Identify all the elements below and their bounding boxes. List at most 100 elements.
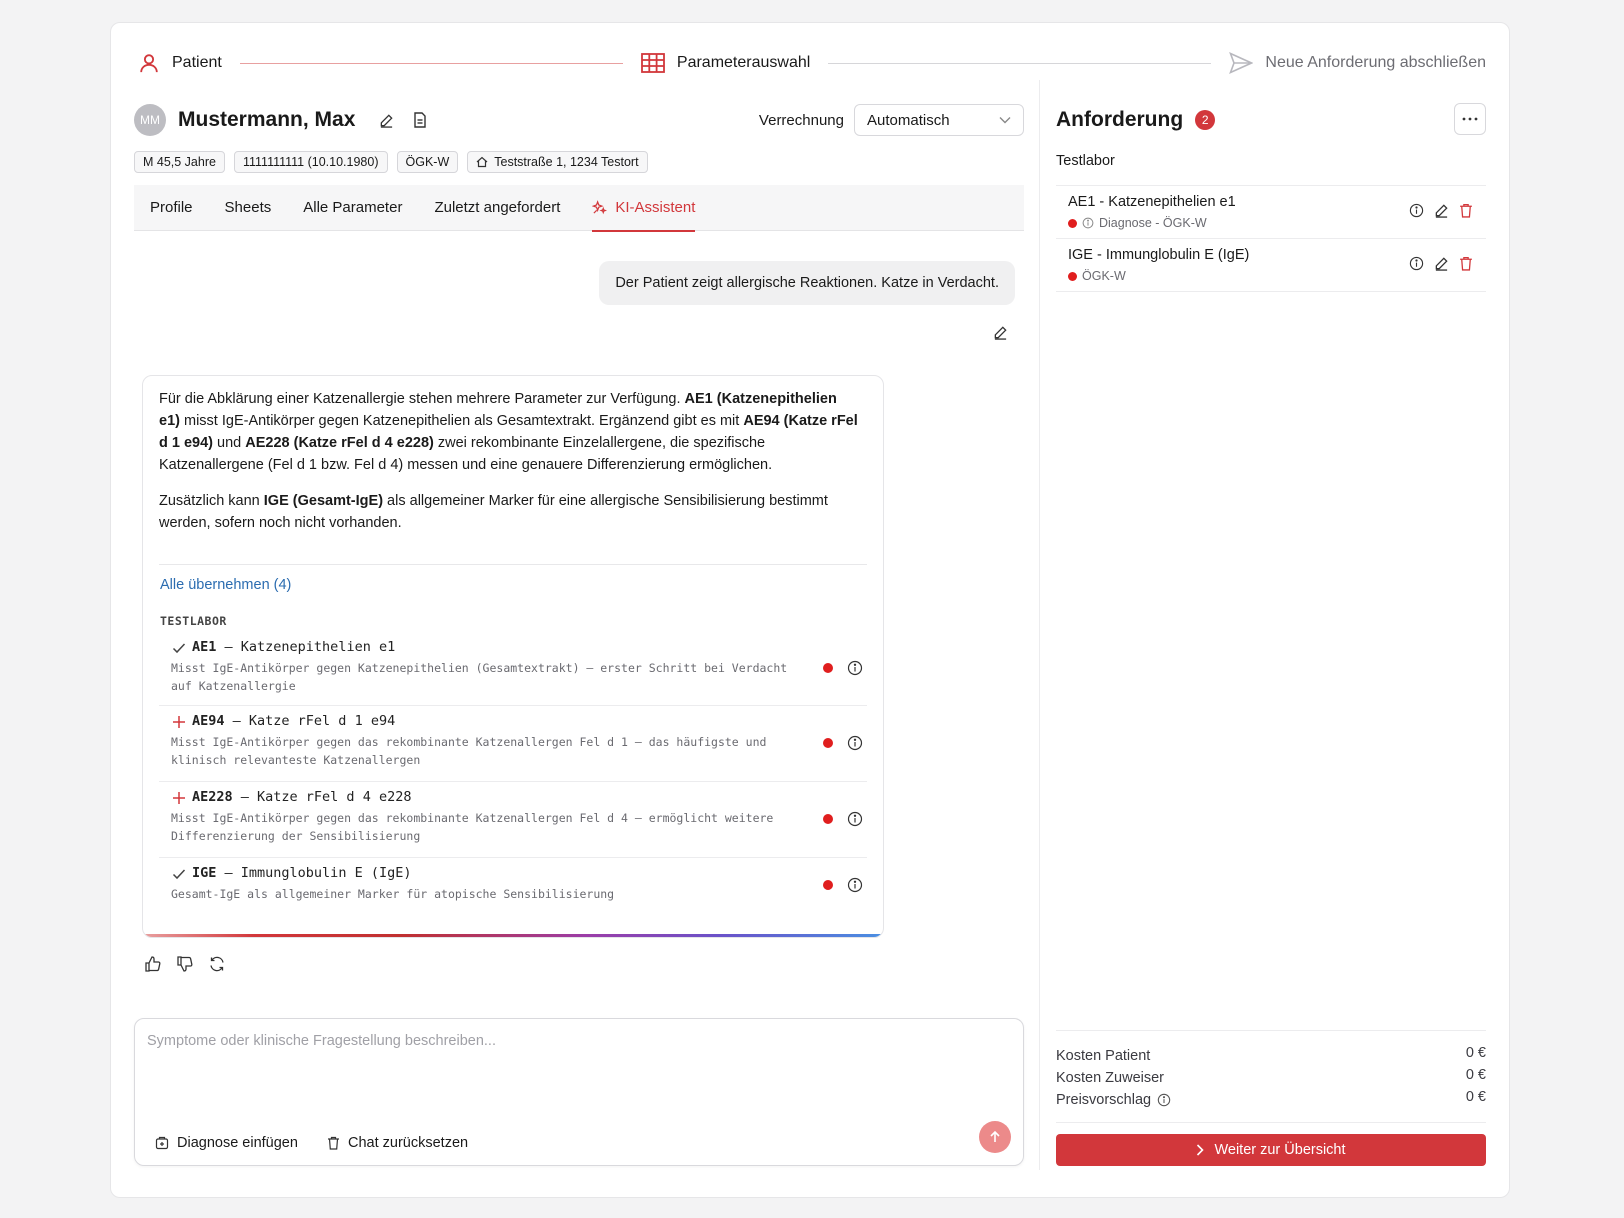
take-all-link[interactable]: Alle übernehmen (4) (160, 577, 291, 593)
tab-profile[interactable]: Profile (150, 185, 193, 231)
edit-button[interactable] (1434, 256, 1449, 271)
request-count-badge: 2 (1195, 110, 1216, 130)
sparkles-icon (592, 200, 608, 215)
send-icon (1229, 52, 1254, 74)
document-icon (414, 112, 427, 128)
reset-chat-button[interactable]: Chat zurücksetzen (327, 1135, 468, 1151)
continue-overview-button[interactable]: Weiter zur Übersicht (1056, 1134, 1486, 1166)
check-icon (172, 869, 186, 880)
chevron-right-icon (1197, 1144, 1205, 1156)
status-dot (823, 738, 833, 748)
info-icon[interactable] (847, 877, 863, 893)
insert-diagnosis-button[interactable]: Diagnose einfügen (155, 1135, 298, 1151)
refresh-icon[interactable] (208, 955, 226, 973)
text-run: und (213, 435, 246, 451)
info-icon[interactable] (1157, 1093, 1171, 1107)
cost-value: 0 € (1465, 1045, 1486, 1061)
step-label: Neue Anforderung abschließen (1265, 54, 1486, 71)
answer-paragraph: Für die Abklärung einer Katzenallergie s… (159, 388, 859, 476)
step-patient[interactable]: Patient (138, 52, 222, 74)
edit-patient-button[interactable] (373, 107, 399, 133)
request-lab-name: Testlabor (1056, 153, 1115, 169)
user-icon (140, 54, 158, 73)
request-item-sub-text: ÖGK-W (1082, 269, 1126, 283)
feedback-bar (144, 955, 226, 973)
cost-label: Preisvorschlag (1056, 1092, 1152, 1108)
info-icon[interactable] (847, 660, 863, 676)
request-item: AE1 - Katzenepithelien e1 Diagnose - ÖGK… (1056, 186, 1486, 239)
suggestion-title: IGE — Immunglobulin E (IgE) (192, 865, 411, 881)
send-button[interactable] (979, 1121, 1011, 1153)
request-item: IGE - Immunglobulin E (IgE) ÖGK-W (1056, 239, 1486, 292)
suggestion-item[interactable]: AE1 — Katzenepithelien e1 Misst IgE-Anti… (159, 632, 867, 706)
suggestion-name: Katzenepithelien e1 (240, 639, 396, 655)
separator: — (232, 789, 258, 805)
stepper: Patient Parameterauswahl Neue Anforderun… (138, 48, 1486, 78)
suggestion-desc: Misst IgE-Antikörper gegen das rekombina… (171, 811, 774, 843)
avatar: MM (134, 104, 166, 136)
text-run: Zusätzlich kann (159, 493, 264, 509)
answer-paragraph: Zusätzlich kann IGE (Gesamt-IgE) als all… (159, 490, 859, 534)
costs-summary: Kosten Patient 0 € Kosten Zuweiser 0 € P… (1056, 1030, 1486, 1111)
chip-insurance-number: 1111111111 (10.10.1980) (233, 151, 388, 173)
cost-label-wrap: Preisvorschlag (1056, 1089, 1171, 1111)
billing-select[interactable]: Automatisch (854, 104, 1024, 136)
suggestion-name: Katze rFel d 1 e94 (248, 713, 396, 729)
tab-zuletzt-angefordert[interactable]: Zuletzt angefordert (434, 185, 560, 231)
info-icon[interactable] (847, 735, 863, 751)
patient-header: MM Mustermann, Max Verrechnung Automatis… (134, 103, 1024, 137)
table-icon (641, 53, 665, 73)
request-item-title: IGE - Immunglobulin E (IgE) (1068, 247, 1250, 263)
text-run-bold: AE228 (Katze rFel d 4 e228) (245, 435, 434, 451)
step-abschliessen[interactable]: Neue Anforderung abschließen (1229, 52, 1486, 74)
pencil-icon (1435, 257, 1448, 271)
tab-ki-assistent[interactable]: KI-Assistent (592, 185, 696, 232)
tab-sheets[interactable]: Sheets (225, 185, 272, 231)
delete-button[interactable] (1459, 203, 1474, 218)
divider (1056, 1122, 1486, 1123)
patient-document-button[interactable] (407, 107, 433, 133)
suggestion-title: AE94 — Katze rFel d 1 e94 (192, 713, 395, 729)
request-item-sub: ÖGK-W (1068, 269, 1126, 283)
more-options-button[interactable] (1454, 103, 1486, 135)
home-icon (476, 156, 488, 168)
status-dot (823, 663, 833, 673)
suggestion-code: AE228 (192, 789, 233, 805)
status-dot (1068, 271, 1077, 281)
suggestion-desc: Gesamt-IgE als allgemeiner Marker für at… (171, 887, 615, 901)
plus-icon[interactable] (171, 714, 187, 730)
suggestion-item[interactable]: AE94 — Katze rFel d 1 e94 Misst IgE-Anti… (159, 706, 867, 782)
suggestion-code: AE94 (192, 713, 225, 729)
info-button[interactable] (1409, 203, 1424, 218)
plus-icon[interactable] (171, 790, 187, 806)
step-parameterauswahl[interactable]: Parameterauswahl (641, 53, 810, 73)
chip-insurer: ÖGK-W (396, 151, 459, 173)
tab-label: KI-Assistent (615, 199, 696, 216)
suggestion-code: AE1 (192, 639, 217, 655)
suggestion-desc: Misst IgE-Antikörper gegen Katzenepithel… (171, 661, 788, 693)
suggestion-item[interactable]: IGE — Immunglobulin E (IgE) Gesamt-IgE a… (159, 858, 867, 920)
check-icon (172, 643, 186, 654)
pencil-icon (994, 326, 1007, 340)
cost-label: Kosten Patient (1056, 1048, 1151, 1064)
delete-button[interactable] (1459, 256, 1474, 271)
clipboard-plus-icon (155, 1136, 169, 1150)
chat-composer: Diagnose einfügen Chat zurücksetzen (134, 1018, 1024, 1166)
suggestion-title: AE228 — Katze rFel d 4 e228 (192, 789, 411, 805)
text-run: Für die Abklärung einer Katzenallergie s… (159, 391, 685, 407)
info-icon[interactable] (847, 811, 863, 827)
info-icon (1082, 217, 1094, 229)
request-item-sub: Diagnose - ÖGK-W (1068, 216, 1207, 230)
edit-button[interactable] (1434, 203, 1449, 218)
info-button[interactable] (1409, 256, 1424, 271)
request-header: Anforderung 2 (1056, 103, 1486, 137)
tab-alle-parameter[interactable]: Alle Parameter (303, 185, 402, 231)
suggestion-item[interactable]: AE228 — Katze rFel d 4 e228 Misst IgE-An… (159, 782, 867, 858)
suggestion-name: Katze rFel d 4 e228 (257, 789, 412, 805)
symptom-input[interactable] (147, 1033, 1007, 1093)
thumbs-up-icon[interactable] (144, 955, 162, 973)
patient-chips: M 45,5 Jahre 1111111111 (10.10.1980) ÖGK… (134, 151, 648, 173)
trash-icon (1460, 203, 1472, 218)
thumbs-down-icon[interactable] (176, 955, 194, 973)
edit-message-button[interactable] (993, 325, 1008, 343)
